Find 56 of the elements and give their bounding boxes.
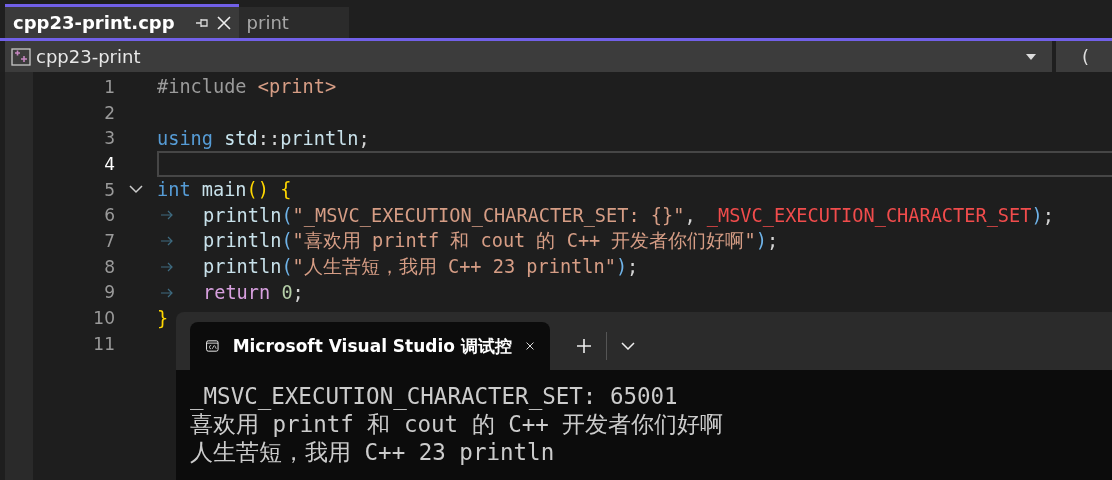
chevron-icon[interactable] — [129, 185, 143, 195]
punctuation-text: ; — [358, 127, 370, 149]
punctuation-text: ; — [1042, 204, 1054, 226]
caret-icon — [1026, 53, 1036, 60]
close-icon[interactable] — [216, 15, 231, 30]
line-number: 4 — [103, 153, 115, 174]
line-number: 5 — [103, 179, 115, 200]
function-name: println — [280, 127, 359, 149]
keyword-text: return — [203, 281, 272, 303]
bracket-text: () { — [246, 179, 292, 201]
line-number: 10 — [92, 308, 115, 329]
bracket-text: ( — [281, 256, 293, 278]
punctuation-text: ; — [766, 230, 779, 252]
line-number: 1 — [103, 76, 115, 97]
new-tab-icon[interactable] — [576, 338, 592, 354]
function-name: println — [203, 256, 282, 278]
namespace-text: std — [224, 127, 258, 149]
number-literal: 0 — [281, 281, 293, 303]
bracket-text: ( — [281, 204, 293, 226]
console-output-line: 人生苦短，我用 C++ 23 println — [190, 438, 556, 466]
macro-name: _MSVC_EXECUTION_CHARACTER_SET — [706, 204, 1032, 226]
project-dropdown[interactable]: cpp23-print — [5, 41, 1052, 72]
bracket-text: ( — [281, 230, 293, 252]
function-name: println — [203, 204, 282, 226]
preprocessor-text: #include — [157, 76, 248, 98]
bracket-text: ) — [615, 256, 628, 278]
line-number: 11 — [92, 333, 115, 354]
string-literal: "喜欢用 printf 和 cout 的 C++ 开发者你们好啊" — [292, 228, 756, 253]
keyword-text: using — [157, 127, 214, 149]
punctuation-text: ; — [292, 281, 304, 303]
punctuation-text: ; — [627, 256, 639, 278]
string-literal: <print> — [257, 76, 337, 98]
line-number: 3 — [103, 128, 115, 149]
line-number: 2 — [103, 102, 115, 123]
console-output-line: _MSVC_EXECUTION_CHARACTER_SET: 65001 — [190, 382, 679, 410]
console-output-line: 喜欢用 printf 和 cout 的 C++ 开发者你们好啊 — [190, 410, 725, 438]
function-name: main — [201, 179, 247, 201]
line-number: 9 — [103, 282, 115, 303]
line-number: 7 — [103, 230, 115, 251]
keyword-text: int — [157, 179, 192, 201]
pin-icon[interactable] — [194, 16, 209, 29]
bracket-text: ) — [1031, 204, 1043, 226]
member-dropdown[interactable]: ( — [1056, 41, 1112, 72]
terminal-tab[interactable]: Microsoft Visual Studio 调试控 — [190, 322, 550, 370]
bracket-text: } — [157, 307, 169, 329]
punctuation-text: :: — [257, 127, 281, 149]
punctuation-text: , — [684, 204, 697, 226]
string-literal: "_MSVC_EXECUTION_CHARACTER_SET: {}" — [292, 204, 685, 226]
document-tab[interactable]: print — [238, 7, 349, 38]
document-tab[interactable]: cpp23-print.cpp — [5, 4, 239, 38]
project-icon — [11, 47, 31, 66]
bracket-text: ) — [755, 230, 767, 252]
function-name: println — [203, 230, 282, 252]
string-literal: "人生苦短，我用 C++ 23 println" — [292, 254, 616, 279]
line-number: 6 — [103, 205, 115, 226]
line-number: 8 — [103, 256, 115, 277]
